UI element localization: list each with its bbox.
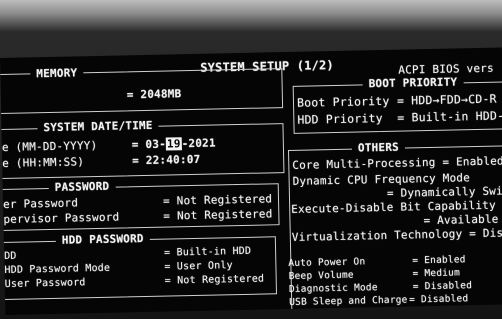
- user-password-label: er Password: [2, 196, 79, 211]
- dynamic-cpu-frequency-label: Dynamic CPU Frequency Mode: [292, 171, 471, 188]
- memory-value: = 2048MB: [126, 87, 182, 102]
- time-label: e (HH:MM:SS): [2, 155, 85, 170]
- auto-power-on-label: Auto Power On: [288, 256, 366, 270]
- beep-volume-label: Beep Volume: [288, 269, 354, 283]
- boot-priority-value[interactable]: = HDD→FDD→CD-R: [397, 92, 497, 108]
- supervisor-password-value[interactable]: = Not Registered: [163, 207, 272, 222]
- dynamic-cpu-frequency-value[interactable]: = Dynamically Switc: [387, 184, 502, 200]
- date-day-cursor[interactable]: 19: [165, 137, 182, 151]
- date-field[interactable]: = 03-19-2021: [131, 136, 216, 152]
- memory-legend: MEMORY: [30, 66, 84, 80]
- boot-priority-legend: BOOT PRIORITY: [362, 75, 464, 90]
- time-field[interactable]: = 22:40:07: [132, 153, 200, 167]
- others-legend: OTHERS: [351, 141, 406, 155]
- bios-screen: SYSTEM SETUP (1/2) ACPI BIOS vers MEMORY…: [0, 47, 502, 315]
- hdd-value[interactable]: = Built-in HDD: [164, 246, 251, 259]
- acpi-version-text: ACPI BIOS vers: [398, 61, 494, 77]
- diagnostic-mode-label: Diagnostic Mode: [288, 282, 378, 295]
- date-time-legend: SYSTEM DATE/TIME: [37, 119, 159, 134]
- date-month: = 03-: [131, 137, 167, 152]
- usb-sleep-charge-label: USB Sleep and Charge: [289, 294, 408, 308]
- hdd-priority-value[interactable]: = Built-in HDD-: [397, 108, 502, 124]
- usb-sleep-charge-value[interactable]: = Disabled: [409, 293, 468, 305]
- supervisor-password-label: pervisor Password: [3, 210, 120, 226]
- hdd-user-password-label: User Password: [4, 277, 86, 290]
- date-year: -2021: [181, 136, 216, 151]
- auto-power-on-value[interactable]: = Enabled: [412, 254, 465, 266]
- hdd-password-legend: HDD PASSWORD: [55, 232, 150, 247]
- hdd-user-password-value[interactable]: = Not Registered: [165, 274, 265, 287]
- user-password-value[interactable]: = Not Registered: [163, 192, 272, 207]
- beep-volume-value[interactable]: = Medium: [412, 267, 460, 279]
- hdd-priority-label: HDD Priority: [297, 110, 383, 127]
- boot-priority-label: Boot Priority: [296, 93, 390, 110]
- password-legend: PASSWORD: [48, 180, 116, 194]
- execute-disable-bit-value[interactable]: = Available: [423, 213, 498, 228]
- hdd-label: DD: [4, 250, 17, 262]
- date-label: e (MM-DD-YYYY): [1, 138, 98, 154]
- diagnostic-mode-value[interactable]: = Disabled: [413, 280, 472, 292]
- hdd-password-mode-value[interactable]: = User Only: [164, 260, 233, 272]
